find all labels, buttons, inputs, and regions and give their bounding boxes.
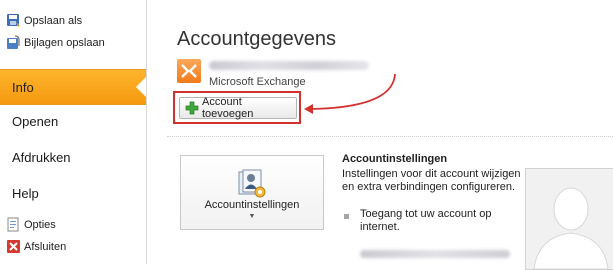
divider bbox=[167, 136, 613, 137]
plus-icon bbox=[185, 101, 199, 115]
save-as-item[interactable]: Opslaan als bbox=[0, 11, 146, 31]
sidebar-item-options[interactable]: Opties bbox=[0, 215, 146, 235]
account-selector[interactable]: Microsoft Exchange bbox=[177, 58, 477, 88]
save-attachments-item[interactable]: Bijlagen opslaan bbox=[0, 33, 146, 53]
account-settings-description: Instellingen voor dit account wijzigen e… bbox=[342, 168, 521, 193]
account-settings-button[interactable]: Accountinstellingen ▼ bbox=[180, 155, 324, 230]
chevron-down-icon: ▼ bbox=[248, 213, 256, 220]
account-settings-icon bbox=[238, 169, 266, 198]
web-access-text: Toegang tot uw account op internet. bbox=[360, 208, 492, 233]
add-account-label: Account toevoegen bbox=[202, 96, 254, 120]
backstage-sidebar: Opslaan als Bijlagen opslaan Info Openen… bbox=[0, 0, 147, 264]
sidebar-item-print[interactable]: Afdrukken bbox=[0, 139, 146, 175]
account-settings-tile-label: Accountinstellingen bbox=[204, 199, 300, 211]
save-as-icon bbox=[7, 14, 20, 27]
sidebar-item-help[interactable]: Help bbox=[0, 175, 146, 211]
sidebar-item-info[interactable]: Info bbox=[0, 69, 146, 105]
blurred-web-access-link[interactable] bbox=[360, 250, 510, 258]
exchange-icon bbox=[177, 59, 201, 83]
account-settings-heading: Accountinstellingen bbox=[342, 153, 448, 165]
add-account-button[interactable]: Account toevoegen bbox=[179, 96, 297, 120]
options-document-icon bbox=[7, 217, 19, 232]
blurred-email-address bbox=[209, 61, 369, 70]
sidebar-item-exit[interactable]: Afsluiten bbox=[0, 237, 146, 257]
bullet-icon bbox=[344, 214, 349, 219]
sidebar-item-open-label: Openen bbox=[12, 113, 59, 129]
profile-photo-placeholder bbox=[525, 168, 613, 270]
save-as-label: Opslaan als bbox=[24, 15, 83, 27]
options-label: Opties bbox=[24, 219, 56, 231]
account-type: Microsoft Exchange bbox=[209, 76, 306, 88]
sidebar-item-info-label: Info bbox=[12, 79, 34, 95]
exit-label: Afsluiten bbox=[24, 241, 67, 253]
exit-icon bbox=[7, 240, 20, 253]
page-title: Accountgegevens bbox=[177, 28, 337, 50]
save-attachments-icon bbox=[7, 35, 20, 49]
account-info-pane: Accountgegevens Microsoft Exchange Accou… bbox=[147, 0, 613, 270]
sidebar-item-print-label: Afdrukken bbox=[12, 149, 71, 165]
save-attachments-label: Bijlagen opslaan bbox=[24, 37, 105, 49]
sidebar-item-open[interactable]: Openen bbox=[0, 103, 146, 139]
sidebar-item-help-label: Help bbox=[12, 185, 39, 201]
person-silhouette-icon bbox=[526, 169, 613, 269]
